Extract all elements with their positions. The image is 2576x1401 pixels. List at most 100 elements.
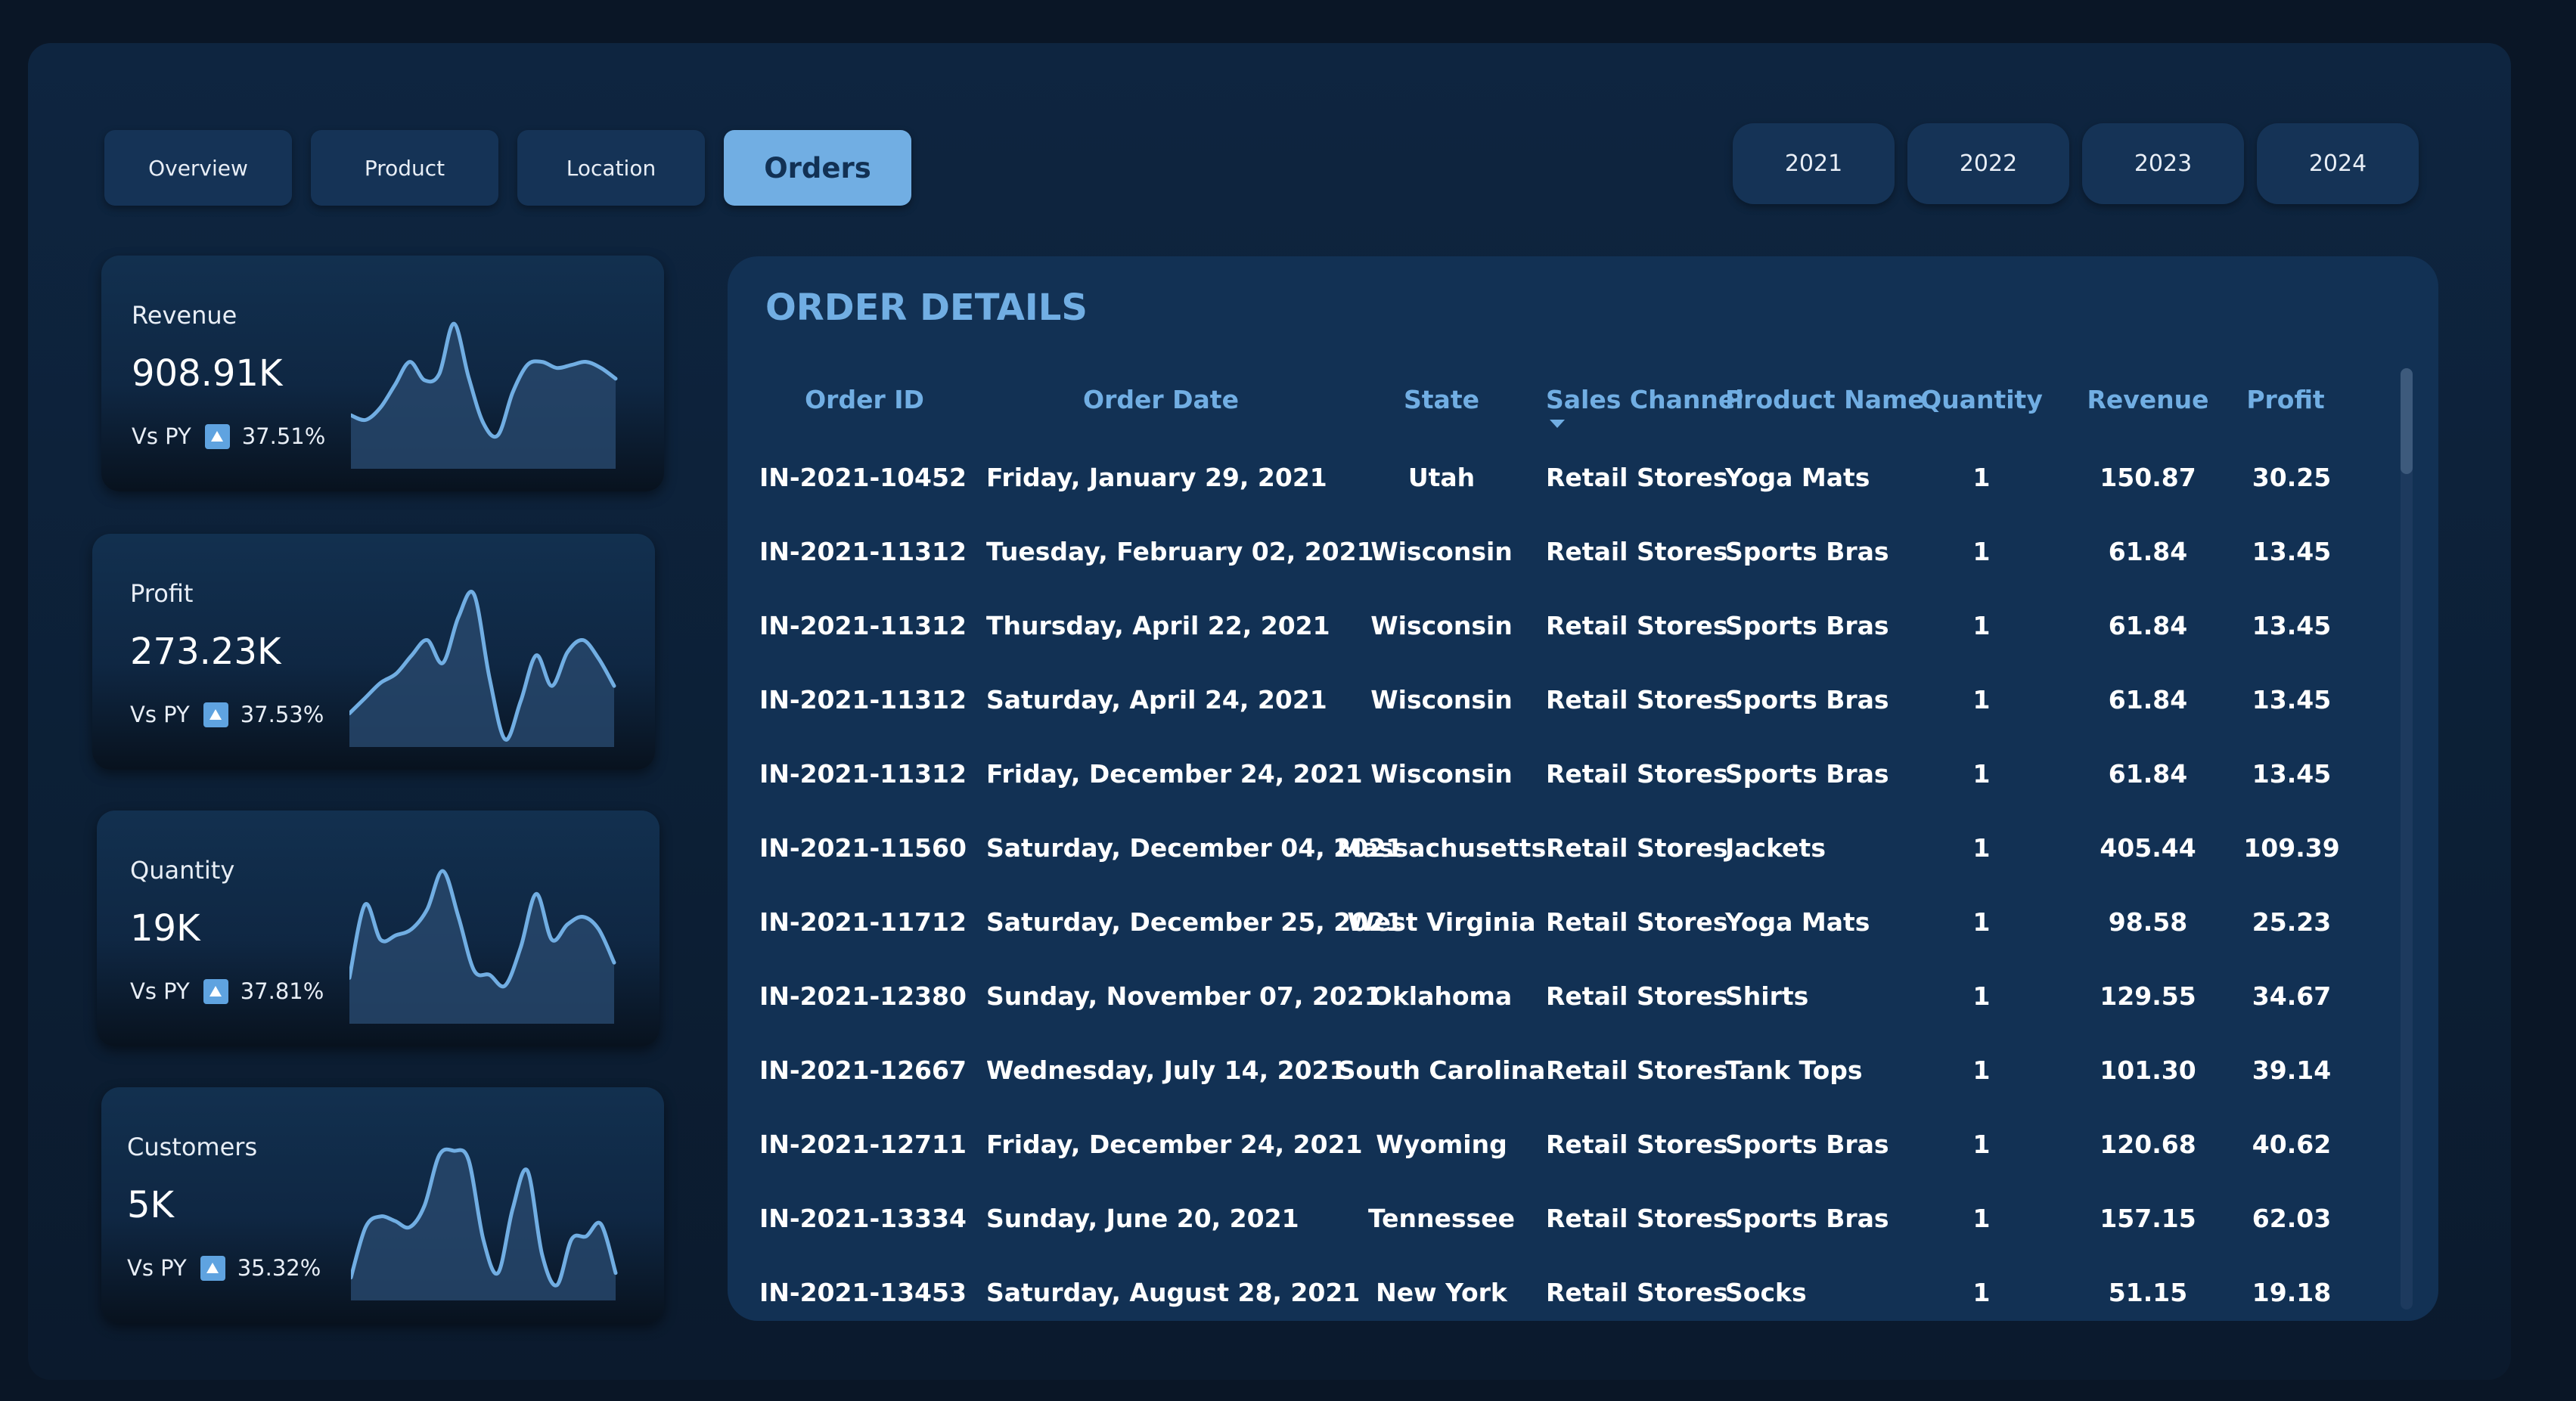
revenue-cell: 157.15 <box>2100 1204 2196 1233</box>
profit-cell: 34.67 <box>2252 981 2332 1011</box>
table-row[interactable]: IN-2021-11312 Saturday, April 24, 2021 Wis… <box>728 683 2391 757</box>
tab-product[interactable]: Product <box>311 130 498 206</box>
tab-orders[interactable]: Orders <box>724 130 911 206</box>
table-row[interactable]: IN-2021-13334 Sunday, June 20, 2021 Tennes… <box>728 1201 2391 1275</box>
kpi-value: 19K <box>130 907 200 950</box>
sales-channel-cell: Retail Stores <box>1546 1130 1728 1159</box>
kpi-card-quantity: Quantity 19K Vs PY 37.81% <box>97 811 660 1046</box>
state-cell: Oklahoma <box>1370 981 1513 1011</box>
state-cell: Wisconsin <box>1370 611 1513 640</box>
vs-py-label: Vs PY <box>130 702 190 727</box>
state-cell: Wyoming <box>1376 1130 1507 1159</box>
order-details-panel: ORDER DETAILS Order ID Order Date State … <box>728 256 2438 1321</box>
sort-descending-icon[interactable] <box>1550 420 1565 428</box>
table-row[interactable]: IN-2021-11312 Friday, December 24, 2021 Wi… <box>728 757 2391 831</box>
table-row[interactable]: IN-2021-12380 Sunday, November 07, 2021 Ok… <box>728 979 2391 1053</box>
order-id-cell: IN-2021-11560 <box>759 833 967 863</box>
order-id-cell: IN-2021-13334 <box>759 1204 967 1233</box>
column-header-quantity[interactable]: Quantity <box>1920 385 2043 414</box>
order-date-cell: Tuesday, February 02, 2021 <box>986 537 1374 566</box>
state-cell: Utah <box>1407 463 1476 492</box>
state-cell: Wisconsin <box>1370 685 1513 714</box>
revenue-sparkline <box>351 321 618 469</box>
sales-channel-cell: Retail Stores <box>1546 981 1728 1011</box>
profit-cell: 40.62 <box>2252 1130 2332 1159</box>
order-id-cell: IN-2021-11312 <box>759 759 967 789</box>
state-cell: New York <box>1376 1278 1507 1307</box>
table-row[interactable]: IN-2021-10452 Friday, January 29, 2021 Uta… <box>728 460 2391 535</box>
triangle-up-icon <box>204 423 230 449</box>
revenue-cell: 51.15 <box>2108 1278 2188 1307</box>
profit-sparkline <box>349 590 616 747</box>
table-row[interactable]: IN-2021-12711 Friday, December 24, 2021 Wy… <box>728 1127 2391 1201</box>
revenue-cell: 61.84 <box>2108 611 2188 640</box>
revenue-cell: 120.68 <box>2100 1130 2196 1159</box>
scrollbar-thumb[interactable] <box>2401 368 2413 474</box>
product-name-cell: Sports Bras <box>1725 1204 1889 1233</box>
table-row[interactable]: IN-2021-11560 Saturday, December 04, 2021… <box>728 831 2391 905</box>
state-cell: Tennessee <box>1368 1204 1515 1233</box>
table-row[interactable]: IN-2021-13453 Saturday, August 28, 2021 Ne… <box>728 1275 2391 1350</box>
product-name-cell: Sports Bras <box>1725 1130 1889 1159</box>
customers-sparkline <box>351 1147 618 1300</box>
order-id-cell: IN-2021-11312 <box>759 537 967 566</box>
vs-py-label: Vs PY <box>127 1255 187 1281</box>
triangle-up-icon <box>203 702 228 727</box>
order-id-cell: IN-2021-11312 <box>759 611 967 640</box>
kpi-value: 273.23K <box>130 631 281 673</box>
revenue-cell: 101.30 <box>2100 1055 2196 1085</box>
product-name-cell: Sports Bras <box>1725 611 1889 640</box>
column-header-order-id[interactable]: Order ID <box>805 385 924 414</box>
kpi-value: 908.91K <box>132 352 283 395</box>
tab-overview[interactable]: Overview <box>104 130 292 206</box>
table-row[interactable]: IN-2021-12667 Wednesday, July 14, 2021 Sou… <box>728 1053 2391 1127</box>
column-header-revenue[interactable]: Revenue <box>2087 385 2208 414</box>
vertical-scrollbar[interactable] <box>2401 368 2413 1310</box>
order-id-cell: IN-2021-12711 <box>759 1130 967 1159</box>
order-date-cell: Wednesday, July 14, 2021 <box>986 1055 1347 1085</box>
column-header-state[interactable]: State <box>1404 385 1479 414</box>
column-header-sales-channel[interactable]: Sales Channel <box>1546 385 1744 414</box>
column-header-profit[interactable]: Profit <box>2246 385 2324 414</box>
year-button-2022[interactable]: 2022 <box>1907 123 2069 204</box>
order-date-cell: Saturday, April 24, 2021 <box>986 685 1327 714</box>
order-details-title: ORDER DETAILS <box>765 287 1088 329</box>
year-button-2024[interactable]: 2024 <box>2257 123 2419 204</box>
table-row[interactable]: IN-2021-11712 Saturday, December 25, 2021… <box>728 905 2391 979</box>
year-button-2023[interactable]: 2023 <box>2082 123 2244 204</box>
order-date-cell: Friday, December 24, 2021 <box>986 1130 1363 1159</box>
order-id-cell: IN-2021-11712 <box>759 907 967 937</box>
triangle-up-icon <box>203 978 228 1004</box>
table-row[interactable]: IN-2021-11312 Thursday, April 22, 2021 Wis… <box>728 609 2391 683</box>
order-id-cell: IN-2021-12667 <box>759 1055 967 1085</box>
quantity-cell: 1 <box>1972 1204 1991 1233</box>
column-header-product-name[interactable]: Product Name <box>1725 385 1925 414</box>
table-row[interactable]: IN-2021-11312 Tuesday, February 02, 2021 W… <box>728 535 2391 609</box>
sales-channel-cell: Retail Stores <box>1546 1204 1728 1233</box>
kpi-title: Quantity <box>130 856 235 885</box>
quantity-cell: 1 <box>1972 685 1991 714</box>
sales-channel-cell: Retail Stores <box>1546 1055 1728 1085</box>
sales-channel-cell: Retail Stores <box>1546 1278 1728 1307</box>
revenue-cell: 150.87 <box>2100 463 2196 492</box>
kpi-title: Profit <box>130 579 194 608</box>
kpi-card-profit: Profit 273.23K Vs PY 37.53% <box>92 534 655 770</box>
order-date-cell: Sunday, June 20, 2021 <box>986 1204 1299 1233</box>
product-name-cell: Yoga Mats <box>1725 907 1870 937</box>
tab-location[interactable]: Location <box>517 130 705 206</box>
sparkline-area <box>351 1149 616 1300</box>
vs-py-label: Vs PY <box>132 423 191 449</box>
triangle-up-icon <box>200 1255 225 1281</box>
state-cell: Wisconsin <box>1370 759 1513 789</box>
product-name-cell: Sports Bras <box>1725 759 1889 789</box>
order-id-cell: IN-2021-12380 <box>759 981 967 1011</box>
profit-cell: 30.25 <box>2252 463 2332 492</box>
column-header-order-date[interactable]: Order Date <box>1083 385 1239 414</box>
profit-cell: 13.45 <box>2252 759 2332 789</box>
state-cell: South Carolina <box>1337 1055 1546 1085</box>
quantity-cell: 1 <box>1972 611 1991 640</box>
profit-cell: 62.03 <box>2252 1204 2332 1233</box>
product-name-cell: Yoga Mats <box>1725 463 1870 492</box>
year-button-2021[interactable]: 2021 <box>1733 123 1895 204</box>
product-name-cell: Tank Tops <box>1725 1055 1863 1085</box>
